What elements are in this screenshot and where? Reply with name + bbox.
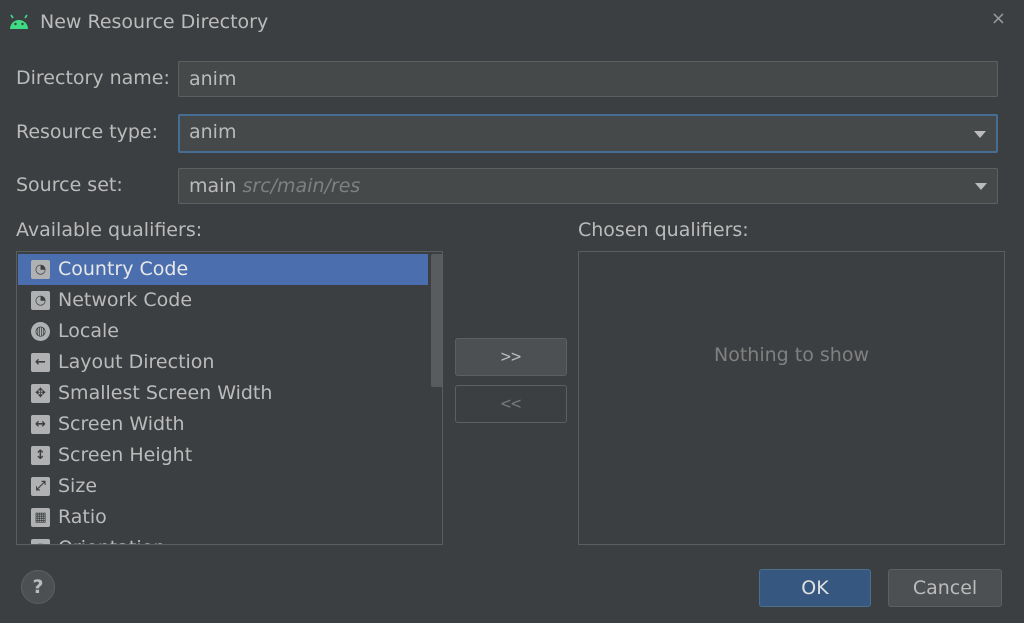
smallest-screen-width-icon: ✥ [31,384,50,403]
list-item-label: Locale [58,320,119,342]
list-item-label: Network Code [58,289,193,311]
close-button[interactable]: × [991,8,1006,29]
list-item[interactable]: ↔ Screen Width [18,409,428,440]
directory-name-field[interactable]: anim [178,61,998,97]
list-item[interactable]: ◔ Country Code [18,254,428,285]
chevron-down-icon [975,183,987,190]
source-set-select[interactable]: main src/main/res [178,168,998,204]
cancel-button[interactable]: Cancel [888,569,1002,607]
chosen-qualifiers-label: Chosen qualifiers: [578,219,749,241]
scrollbar-thumb[interactable] [431,254,442,387]
screen-width-icon: ↔ [31,415,50,434]
list-item[interactable]: ✥ Smallest Screen Width [18,378,428,409]
list-item-label: Screen Height [58,444,193,466]
list-item[interactable]: ← Layout Direction [18,347,428,378]
resource-type-value: anim [189,121,237,143]
chevron-down-icon [974,130,986,138]
resource-type-select[interactable]: anim [178,114,998,153]
network-code-icon: ◔ [31,291,50,310]
empty-state-text: Nothing to show [714,344,869,366]
country-code-icon: ◔ [31,260,50,279]
chosen-qualifiers-list[interactable]: Nothing to show [578,251,1005,545]
directory-name-value: anim [189,68,237,90]
android-icon [10,14,28,29]
ok-button[interactable]: OK [759,569,871,607]
layout-direction-icon: ← [31,353,50,372]
available-qualifiers-list[interactable]: ▯ Orientation ▦ Ratio ⤢ Size ↕ Screen Height ↔ Sc… [16,251,443,545]
dialog-title: New Resource Directory [40,11,269,33]
list-item[interactable]: ◍ Locale [18,316,428,347]
resource-type-label: Resource type: [16,121,159,143]
list-item-label: Screen Width [58,413,185,435]
list-item[interactable]: ◔ Network Code [18,285,428,316]
list-item[interactable]: ⤢ Size [18,471,428,502]
list-item-label: Orientation [58,537,165,544]
list-item[interactable]: ↕ Screen Height [18,440,428,471]
screen-height-icon: ↕ [31,446,50,465]
available-qualifiers-label: Available qualifiers: [16,219,203,241]
list-item-label: Smallest Screen Width [58,382,273,404]
directory-name-label: Directory name: [16,67,170,89]
title-bar: New Resource Directory × [0,0,1024,46]
size-icon: ⤢ [31,477,50,496]
list-item[interactable]: ▯ Orientation [18,533,428,544]
list-item-label: Size [58,475,98,497]
source-set-path: src/main/res [242,175,361,197]
orientation-icon: ▯ [31,539,50,544]
list-item-label: Layout Direction [58,351,215,373]
source-set-value: main [189,175,237,197]
list-item-label: Ratio [58,506,107,528]
list-item[interactable]: ▦ Ratio [18,502,428,533]
ratio-icon: ▦ [31,508,50,527]
help-button[interactable]: ? [21,570,55,604]
source-set-label: Source set: [16,174,123,196]
remove-qualifier-button[interactable]: << [455,385,567,423]
globe-icon: ◍ [31,322,50,341]
list-scrollbar[interactable] [428,252,442,544]
list-item-label: Country Code [58,258,189,280]
add-qualifier-button[interactable]: >> [455,338,567,376]
